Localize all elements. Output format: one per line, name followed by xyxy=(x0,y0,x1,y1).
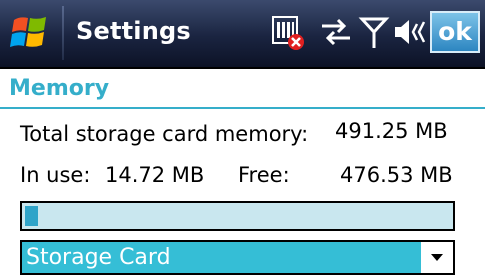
in-use-label: In use: xyxy=(20,163,91,187)
free-label: Free: xyxy=(238,163,290,187)
signal-antenna-icon[interactable] xyxy=(354,12,394,52)
storage-select-value: Storage Card xyxy=(22,242,421,273)
page-title: Settings xyxy=(76,17,191,45)
section-divider xyxy=(0,107,485,109)
storage-select[interactable]: Storage Card xyxy=(20,240,455,275)
in-use-value: 14.72 MB xyxy=(105,163,205,187)
free-value: 476.53 MB xyxy=(340,163,453,187)
memory-usage-fill xyxy=(25,206,38,226)
title-separator xyxy=(62,6,64,60)
chevron-down-icon xyxy=(431,254,443,261)
title-bar: Settings ok xyxy=(0,0,485,69)
ok-button[interactable]: ok xyxy=(430,11,480,53)
speaker-muted-icon[interactable] xyxy=(391,12,431,52)
total-memory-label: Total storage card memory: xyxy=(20,122,309,146)
section-header-memory: Memory xyxy=(9,76,110,101)
connectivity-arrows-icon[interactable] xyxy=(316,12,356,52)
windows-start-icon[interactable] xyxy=(8,12,54,52)
memory-usage-bar xyxy=(20,201,455,231)
dropdown-arrow-button[interactable] xyxy=(421,242,453,273)
total-memory-value: 491.25 MB xyxy=(335,119,448,143)
sim-card-missing-icon[interactable] xyxy=(268,12,308,52)
